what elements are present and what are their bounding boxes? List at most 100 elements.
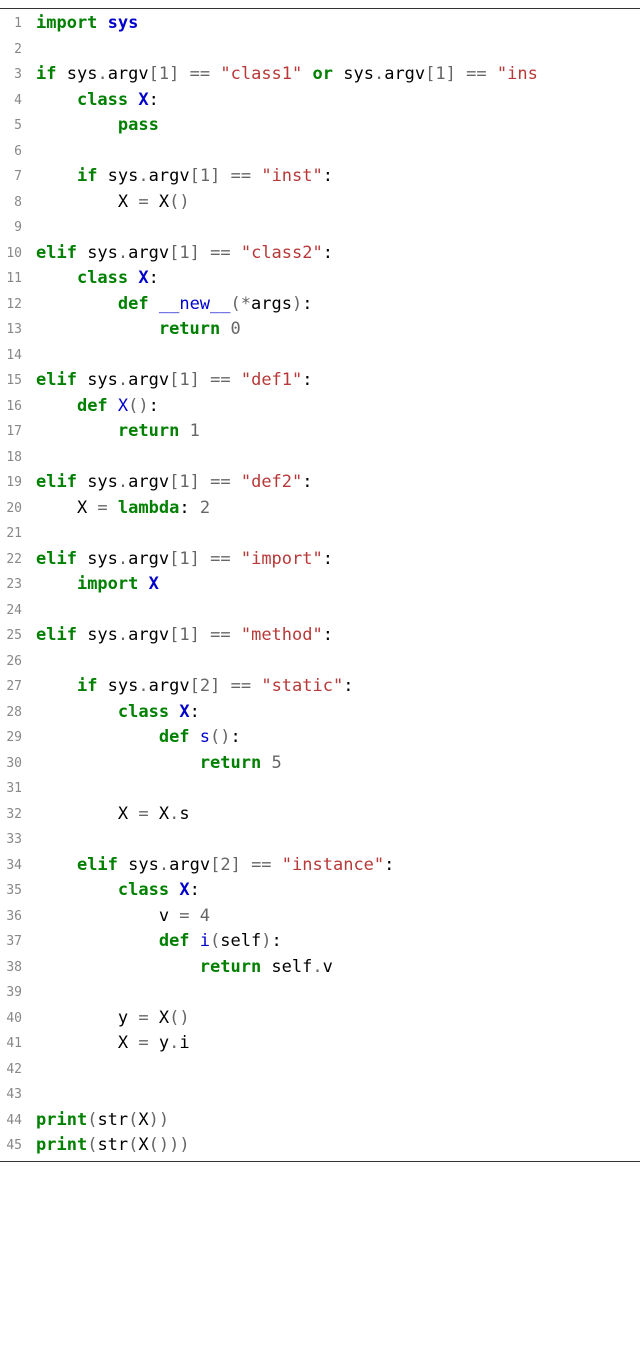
- code-content: y = X(): [36, 1006, 640, 1032]
- line-number: 31: [0, 776, 36, 802]
- code-content: return 5: [36, 751, 640, 777]
- code-line: 19elif sys.argv[1] == "def2":: [0, 470, 640, 496]
- code-line: 33: [0, 827, 640, 853]
- code-line: 44print(str(X)): [0, 1108, 640, 1134]
- line-number: 12: [0, 292, 36, 318]
- code-content: return self.v: [36, 955, 640, 981]
- code-content: X = X.s: [36, 802, 640, 828]
- line-number: 32: [0, 802, 36, 828]
- code-content: elif sys.argv[2] == "instance":: [36, 853, 640, 879]
- line-number: 15: [0, 368, 36, 394]
- code-line: 34 elif sys.argv[2] == "instance":: [0, 853, 640, 879]
- code-content: [36, 343, 640, 369]
- line-number: 5: [0, 113, 36, 139]
- code-line: 24: [0, 598, 640, 624]
- line-number: 35: [0, 878, 36, 904]
- line-number: 19: [0, 470, 36, 496]
- code-line: 18: [0, 445, 640, 471]
- line-number: 24: [0, 598, 36, 624]
- code-line: 29 def s():: [0, 725, 640, 751]
- code-content: if sys.argv[1] == "class1" or sys.argv[1…: [36, 62, 640, 88]
- line-number: 28: [0, 700, 36, 726]
- code-content: [36, 521, 640, 547]
- code-line: 36 v = 4: [0, 904, 640, 930]
- code-content: [36, 598, 640, 624]
- line-number: 7: [0, 164, 36, 190]
- code-line: 13 return 0: [0, 317, 640, 343]
- code-content: [36, 980, 640, 1006]
- code-line: 39: [0, 980, 640, 1006]
- code-line: 16 def X():: [0, 394, 640, 420]
- line-number: 26: [0, 649, 36, 675]
- code-line: 37 def i(self):: [0, 929, 640, 955]
- line-number: 10: [0, 241, 36, 267]
- code-content: [36, 649, 640, 675]
- line-number: 20: [0, 496, 36, 522]
- code-content: X = lambda: 2: [36, 496, 640, 522]
- code-line: 42: [0, 1057, 640, 1083]
- code-content: def X():: [36, 394, 640, 420]
- code-content: X = X(): [36, 190, 640, 216]
- code-content: elif sys.argv[1] == "def1":: [36, 368, 640, 394]
- line-number: 13: [0, 317, 36, 343]
- code-line: 25elif sys.argv[1] == "method":: [0, 623, 640, 649]
- code-content: v = 4: [36, 904, 640, 930]
- code-line: 38 return self.v: [0, 955, 640, 981]
- code-line: 32 X = X.s: [0, 802, 640, 828]
- code-line: 7 if sys.argv[1] == "inst":: [0, 164, 640, 190]
- code-content: elif sys.argv[1] == "method":: [36, 623, 640, 649]
- code-content: return 1: [36, 419, 640, 445]
- code-line: 23 import X: [0, 572, 640, 598]
- code-content: [36, 1082, 640, 1108]
- line-number: 17: [0, 419, 36, 445]
- code-content: class X:: [36, 88, 640, 114]
- line-number: 30: [0, 751, 36, 777]
- code-line: 6: [0, 139, 640, 165]
- code-line: 20 X = lambda: 2: [0, 496, 640, 522]
- line-number: 16: [0, 394, 36, 420]
- line-number: 2: [0, 37, 36, 63]
- code-content: elif sys.argv[1] == "import":: [36, 547, 640, 573]
- code-content: import sys: [36, 11, 640, 37]
- code-content: def s():: [36, 725, 640, 751]
- code-content: def __new__(*args):: [36, 292, 640, 318]
- code-line: 2: [0, 37, 640, 63]
- line-number: 45: [0, 1133, 36, 1159]
- line-number: 4: [0, 88, 36, 114]
- code-line: 22elif sys.argv[1] == "import":: [0, 547, 640, 573]
- code-line: 21: [0, 521, 640, 547]
- line-number: 23: [0, 572, 36, 598]
- line-number: 39: [0, 980, 36, 1006]
- code-content: elif sys.argv[1] == "def2":: [36, 470, 640, 496]
- code-line: 31: [0, 776, 640, 802]
- code-line: 28 class X:: [0, 700, 640, 726]
- line-number: 42: [0, 1057, 36, 1083]
- code-content: pass: [36, 113, 640, 139]
- line-number: 11: [0, 266, 36, 292]
- code-line: 14: [0, 343, 640, 369]
- code-line: 27 if sys.argv[2] == "static":: [0, 674, 640, 700]
- code-content: [36, 215, 640, 241]
- line-number: 22: [0, 547, 36, 573]
- code-line: 1import sys: [0, 11, 640, 37]
- line-number: 34: [0, 853, 36, 879]
- code-content: [36, 37, 640, 63]
- line-number: 25: [0, 623, 36, 649]
- code-content: [36, 1057, 640, 1083]
- code-content: class X:: [36, 700, 640, 726]
- code-content: [36, 445, 640, 471]
- code-content: import X: [36, 572, 640, 598]
- code-content: [36, 827, 640, 853]
- line-number: 41: [0, 1031, 36, 1057]
- code-line: 35 class X:: [0, 878, 640, 904]
- code-content: if sys.argv[1] == "inst":: [36, 164, 640, 190]
- line-number: 14: [0, 343, 36, 369]
- code-content: [36, 139, 640, 165]
- line-number: 8: [0, 190, 36, 216]
- line-number: 1: [0, 11, 36, 37]
- code-line: 30 return 5: [0, 751, 640, 777]
- line-number: 29: [0, 725, 36, 751]
- code-content: class X:: [36, 878, 640, 904]
- line-number: 33: [0, 827, 36, 853]
- code-line: 41 X = y.i: [0, 1031, 640, 1057]
